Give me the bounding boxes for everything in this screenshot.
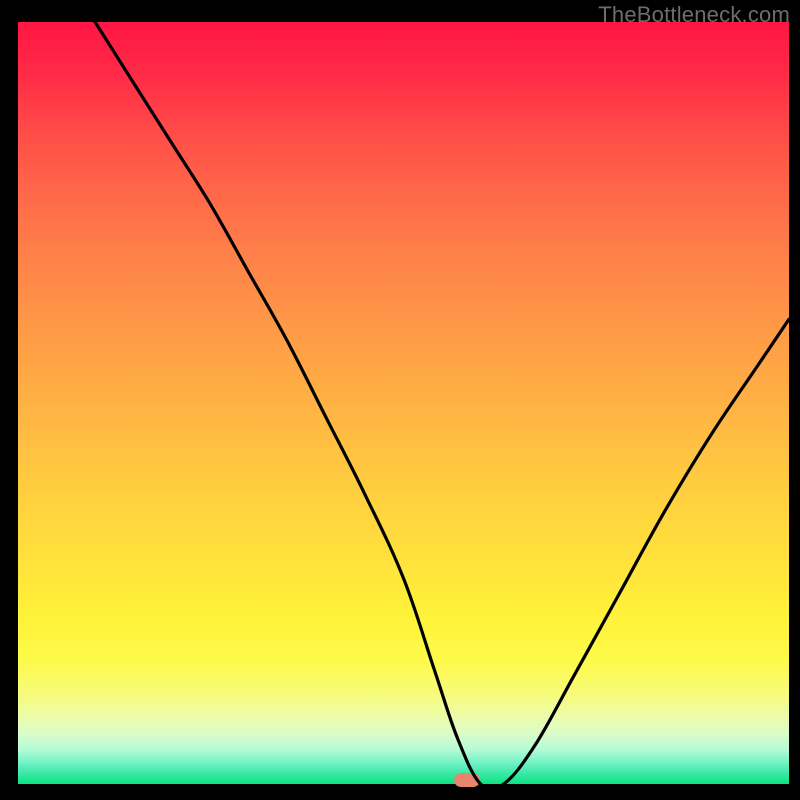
watermark-text: TheBottleneck.com [598,2,790,28]
bottleneck-curve [18,22,789,784]
chart-frame: TheBottleneck.com [0,0,800,800]
curve-path [95,22,789,784]
plot-area [18,22,789,784]
